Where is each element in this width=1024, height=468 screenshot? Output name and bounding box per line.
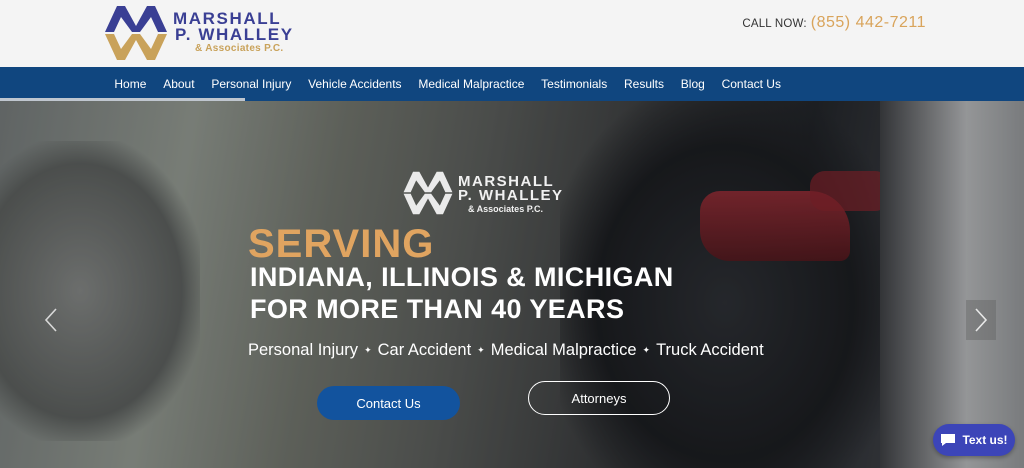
hero-serving-heading: SERVING: [248, 222, 435, 266]
hero-headline-states: INDIANA, ILLINOIS & MICHIGAN: [250, 262, 674, 292]
service-truck-accident: Truck Accident: [656, 341, 764, 359]
hero-slider: MARSHALL P. WHALLEY & Associates P.C. SE…: [0, 101, 1024, 468]
hero-logo-mark-icon: [403, 171, 453, 215]
site-logo[interactable]: MARSHALL P. WHALLEY & Associates P.C.: [103, 2, 343, 64]
chat-bubble-icon: [941, 434, 956, 446]
slider-prev-button[interactable]: [38, 300, 64, 340]
slider-next-button[interactable]: [966, 300, 996, 340]
chevron-left-icon: [44, 308, 57, 332]
service-car-accident: Car Accident: [377, 341, 472, 359]
text-us-label: Text us!: [962, 433, 1008, 447]
site-header: MARSHALL P. WHALLEY & Associates P.C. CA…: [0, 0, 1024, 67]
text-us-chat-button[interactable]: Text us!: [933, 424, 1015, 456]
hero-logo-line-3: & Associates P.C.: [468, 204, 544, 214]
service-medical-malpractice: Medical Malpractice: [490, 341, 637, 359]
logo-line-3: & Associates P.C.: [195, 43, 284, 54]
service-separator-icon: ✦: [642, 345, 651, 355]
service-separator-icon: ✦: [477, 345, 485, 355]
nav-item-vehicle-accidents[interactable]: Vehicle Accidents: [300, 77, 410, 91]
contact-us-button[interactable]: Contact Us: [317, 386, 460, 420]
nav-item-testimonials[interactable]: Testimonials: [533, 77, 616, 91]
logo-wordmark: MARSHALL P. WHALLEY & Associates P.C.: [173, 10, 343, 55]
attorneys-button[interactable]: Attorneys: [528, 381, 670, 415]
nav-item-medical-malpractice[interactable]: Medical Malpractice: [410, 77, 533, 91]
logo-line-2: P. WHALLEY: [175, 25, 294, 44]
hero-headline-years: FOR MORE THAN 40 YEARS: [250, 294, 625, 324]
nav-item-results[interactable]: Results: [616, 77, 673, 91]
main-nav: Home About Personal Injury Vehicle Accid…: [0, 67, 1024, 101]
hero-logo: MARSHALL P. WHALLEY & Associates P.C.: [402, 165, 582, 221]
hero-logo-line-2: P. WHALLEY: [458, 187, 564, 204]
nav-item-blog[interactable]: Blog: [672, 77, 713, 91]
nav-item-contact-us[interactable]: Contact Us: [713, 77, 789, 91]
phone-number-link[interactable]: (855) 442-7211: [811, 14, 926, 32]
service-personal-injury: Personal Injury: [248, 341, 359, 359]
service-separator-icon: ✦: [364, 345, 372, 355]
hero-services-list: Personal Injury ✦ Car Accident ✦ Medical…: [248, 341, 764, 360]
call-now-label: CALL NOW:: [742, 18, 807, 30]
nav-item-home[interactable]: Home: [106, 77, 155, 91]
chevron-right-icon: [975, 308, 988, 332]
hero-logo-wordmark: MARSHALL P. WHALLEY & Associates P.C.: [458, 174, 564, 215]
nav-list: Home About Personal Injury Vehicle Accid…: [106, 67, 789, 101]
call-now: CALL NOW: (855) 442-7211: [742, 14, 926, 32]
logo-mark-icon: [105, 6, 167, 60]
nav-item-about[interactable]: About: [155, 77, 203, 91]
nav-item-personal-injury[interactable]: Personal Injury: [203, 77, 300, 91]
